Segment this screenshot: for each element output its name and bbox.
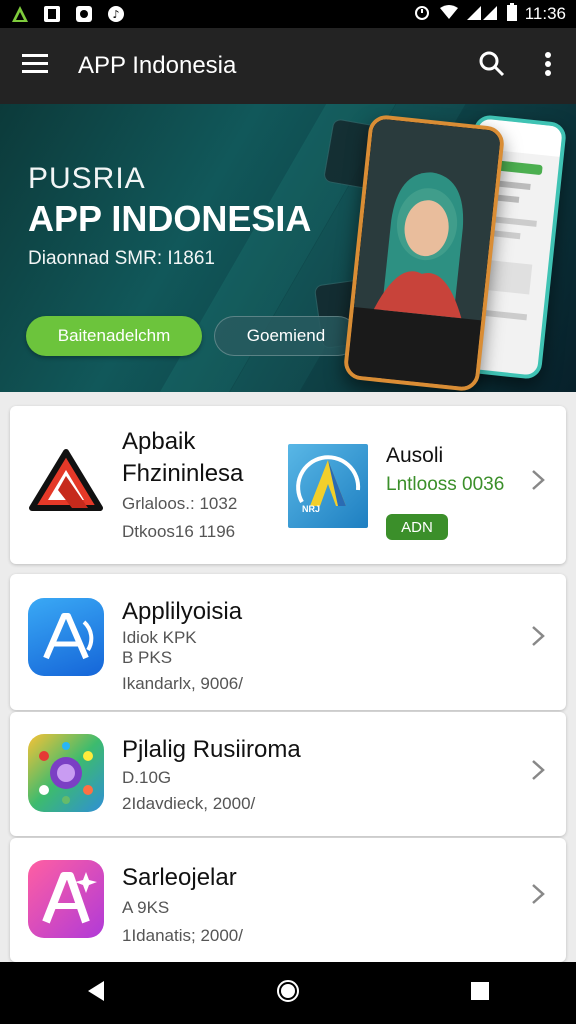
list-item[interactable]: Applilyoisia Idiok KPK B PKS Ikandarlx, … [10,574,566,710]
banner-text-block: PUSRIA APP INDONESIA Diaonnad SMR: I1861 [28,162,311,270]
more-vertical-icon [545,51,551,81]
menu-button[interactable] [0,28,70,104]
back-button[interactable] [66,963,126,1023]
status-bar: ♪ 11:36 [0,0,576,28]
icon-badge-label: NRJ [302,504,321,514]
banner-tagline: Diaonnad SMR: I1861 [28,248,215,269]
app-meta: Idiok KPK [122,628,197,647]
app-meta: B PKS [122,648,173,667]
system-nav-bar [0,962,576,1024]
hamburger-icon [22,53,48,79]
featured-app2-meta: Lntlooss 0036 [386,474,505,495]
app-name: Sarleojelar [122,864,237,891]
list-item[interactable]: Sarleojelar A 9KS 1Idanatis; 2000/ [10,838,566,962]
app-icon-applilyoisia [28,598,104,676]
phone-mockup-front [342,113,506,392]
chevron-right-icon[interactable] [528,468,548,492]
notification-image-icon [42,4,62,24]
app-icon-ausoli: NRJ [288,444,368,528]
svg-text:♪: ♪ [112,8,119,21]
status-time: 11:36 [524,4,566,23]
notification-app-icon [10,4,30,24]
banner-secondary-button[interactable]: Goemiend [214,316,358,356]
featured-app-meta1: Grlaloos.: 1032 [122,494,238,513]
battery-icon [506,2,517,26]
banner-subtitle: PUSRIA [28,162,146,195]
app-meta: Ikandarlx, 9006/ [122,674,243,693]
recents-square-icon [470,981,490,1006]
app-meta: A 9KS [122,898,170,917]
list-item[interactable]: Pjlalig Rusiiroma D.10G 2Idavdieck, 2000… [10,712,566,836]
featured-app2-name: Ausoli [386,444,444,467]
app-meta: 2Idavdieck, 2000/ [122,794,256,813]
banner-title: APP INDONESIA [28,198,312,239]
chevron-right-icon[interactable] [528,624,548,648]
home-circle-icon [276,979,300,1008]
app-bar: APP Indonesia [0,28,576,104]
page-title: APP Indonesia [78,52,237,79]
app-icon-apbaik [28,446,104,524]
featured-apps-card[interactable]: Apbaik Fhzininlesa Grlaloos.: 1032 Dtkoo… [10,406,566,564]
featured-app-name-line1: Apbaik [122,428,196,455]
back-triangle-icon [86,980,106,1007]
add-button[interactable]: ADN [386,514,448,540]
home-button[interactable] [258,963,318,1023]
app-name: Pjlalig Rusiiroma [122,736,301,763]
chevron-right-icon[interactable] [528,882,548,906]
chevron-right-icon[interactable] [528,758,548,782]
notification-gallery-icon [74,4,94,24]
app-meta: 1Idanatis; 2000/ [122,926,243,945]
app-icon-pjlalig [28,734,104,812]
featured-app-meta2: Dtkoos16 1196 [122,522,236,541]
overflow-menu-button[interactable] [520,28,576,104]
notification-music-icon: ♪ [106,4,126,24]
search-button[interactable] [464,28,520,104]
hero-banner[interactable]: PUSRIA APP INDONESIA Diaonnad SMR: I1861… [0,104,576,392]
app-meta: D.10G [122,768,172,787]
recents-button[interactable] [450,963,510,1023]
app-name: Applilyoisia [122,598,243,625]
search-icon [479,51,505,82]
banner-primary-button[interactable]: Baitenadelchm [26,316,202,356]
featured-app-name-line2: Fhzininlesa [122,460,244,487]
wifi-icon [439,4,459,25]
signal-icon [466,4,499,25]
alarm-icon [413,3,431,26]
app-icon-sarleojelar [28,860,104,938]
